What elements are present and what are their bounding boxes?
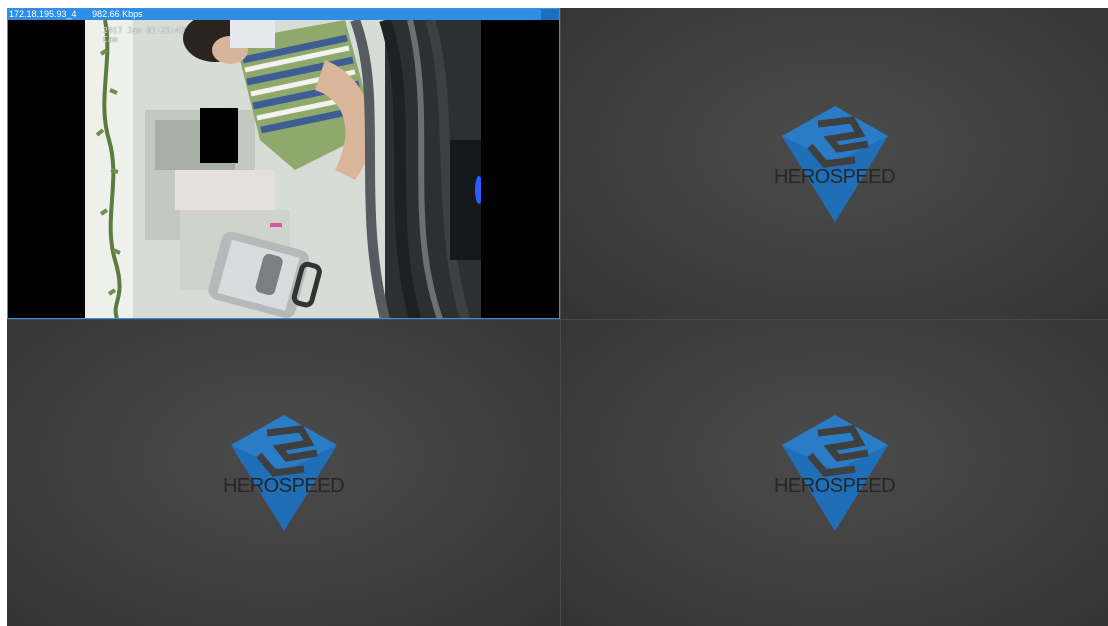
- video-pane-2[interactable]: HEROSPEED: [561, 8, 1108, 319]
- herospeed-logo: HEROSPEED: [760, 104, 910, 224]
- logo-icon: [781, 105, 888, 222]
- camera-image: [85, 20, 481, 318]
- osd-datetime: 2017 Jan 01:25:43: [103, 26, 185, 35]
- herospeed-logo: HEROSPEED: [209, 413, 359, 533]
- brand-name: HEROSPEED: [222, 475, 345, 497]
- channel-address: 172.18.195.93_4: [9, 9, 77, 19]
- bitrate-label: 982.66 Kbps: [92, 9, 143, 19]
- brand-name: HEROSPEED: [773, 165, 896, 188]
- privacy-mask: [200, 108, 238, 163]
- video-pane-1[interactable]: 172.18.195.93_4 982.66 Kbps 2017 Jan 01:…: [7, 8, 560, 319]
- osd-channel: Cam: [103, 35, 118, 44]
- video-pane-4[interactable]: HEROSPEED: [561, 320, 1108, 626]
- logo-icon: [230, 415, 337, 531]
- brand-name: HEROSPEED: [773, 475, 896, 497]
- logo-icon: [781, 415, 888, 531]
- video-grid: 172.18.195.93_4 982.66 Kbps 2017 Jan 01:…: [7, 8, 1108, 626]
- osd-overlay: 2017 Jan 01:25:43 Cam: [103, 26, 185, 44]
- pane-title-bar[interactable]: 172.18.195.93_4 982.66 Kbps: [8, 9, 559, 20]
- herospeed-logo: HEROSPEED: [760, 413, 910, 533]
- live-video-frame[interactable]: 2017 Jan 01:25:43 Cam: [85, 20, 481, 318]
- video-pane-3[interactable]: HEROSPEED: [7, 320, 560, 626]
- pane-close-button[interactable]: [541, 9, 559, 20]
